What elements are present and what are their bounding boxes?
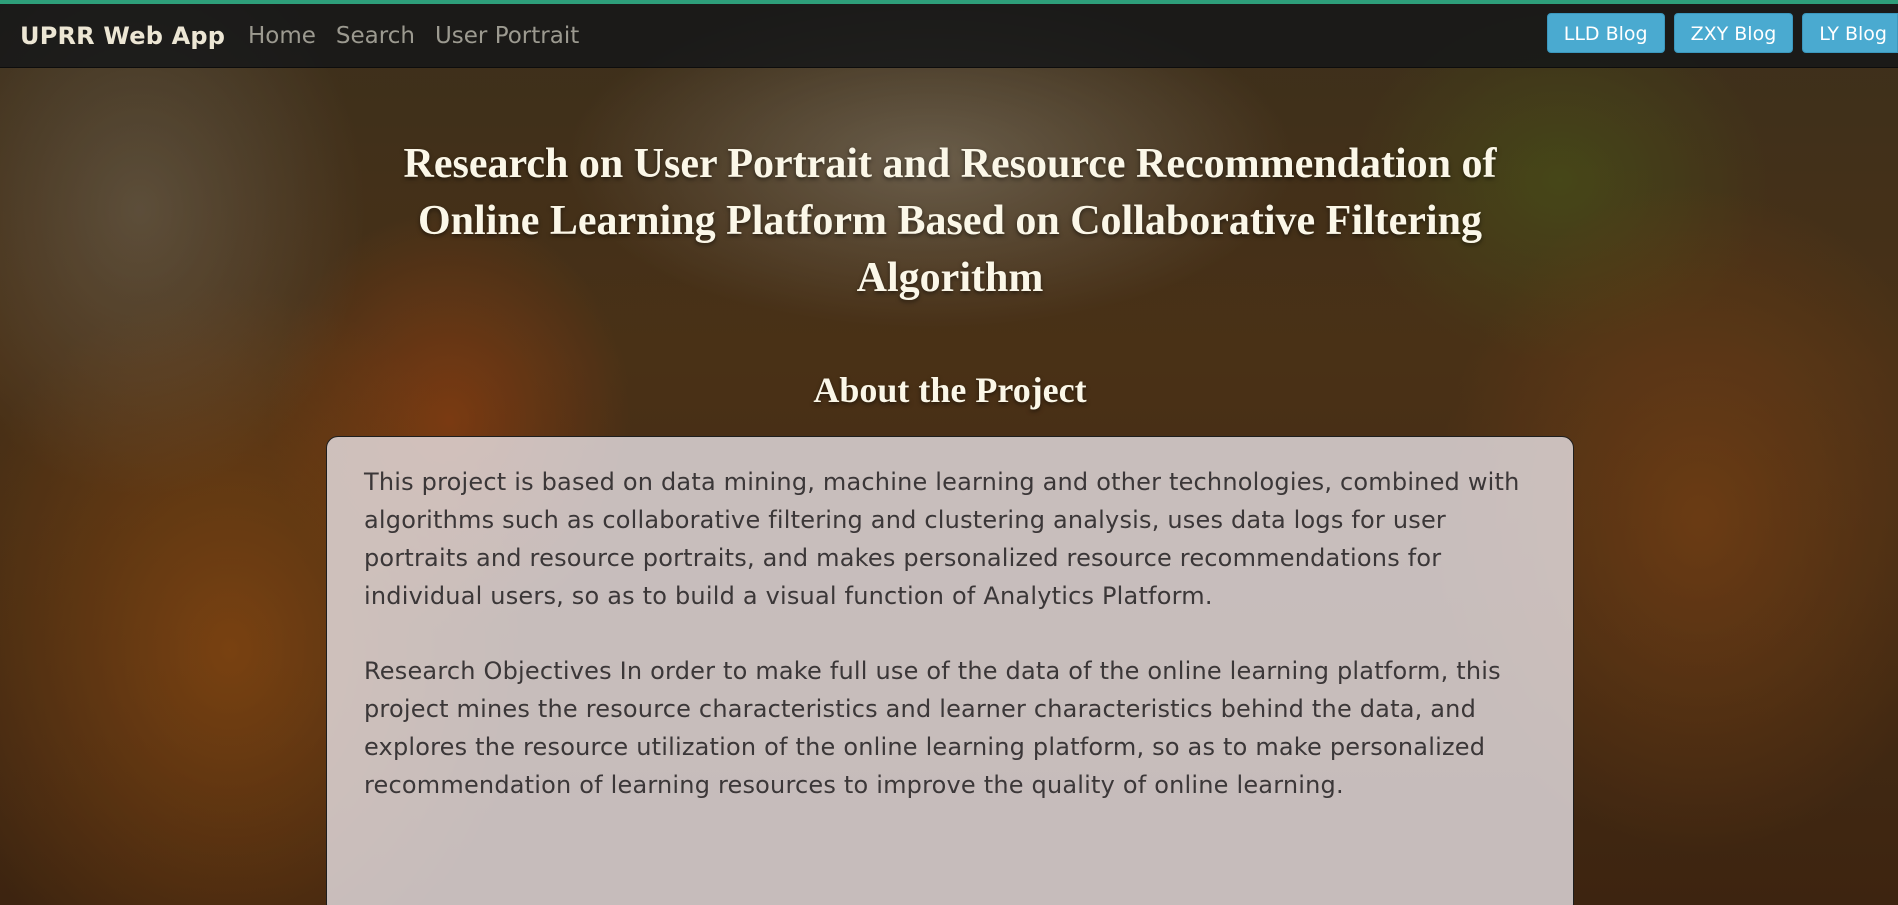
- nav-link-search[interactable]: Search: [336, 23, 415, 49]
- ly-blog-button[interactable]: LY Blog: [1802, 13, 1898, 53]
- nav-link-home[interactable]: Home: [248, 23, 316, 49]
- nav-link-user-portrait[interactable]: User Portrait: [435, 23, 579, 49]
- page-title: Research on User Portrait and Resource R…: [403, 141, 1497, 301]
- about-heading: About the Project: [813, 370, 1087, 410]
- about-card: This project is based on data mining, ma…: [326, 436, 1574, 905]
- lld-blog-button[interactable]: LLD Blog: [1546, 13, 1665, 53]
- blog-buttons: LLD Blog ZXY Blog LY Blog: [1546, 13, 1898, 53]
- brand-logo[interactable]: UPRR Web App: [20, 22, 225, 50]
- about-paragraph-intro: This project is based on data mining, ma…: [364, 468, 1520, 610]
- about-paragraph-objectives: Research Objectives In order to make ful…: [364, 657, 1501, 799]
- navbar: UPRR Web App Home Search User Portrait L…: [0, 4, 1898, 68]
- zxy-blog-button[interactable]: ZXY Blog: [1673, 13, 1794, 53]
- nav-links: Home Search User Portrait: [248, 23, 579, 49]
